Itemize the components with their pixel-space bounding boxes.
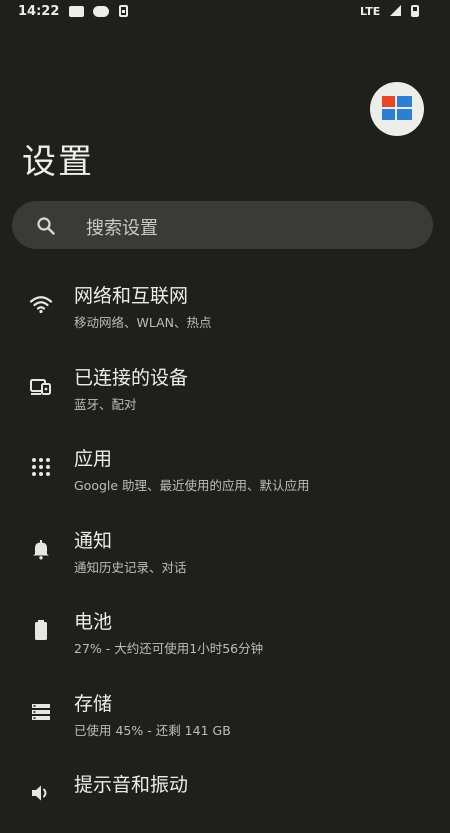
setting-apps[interactable]: 应用 Google 助理、最近使用的应用、默认应用: [0, 425, 450, 507]
setting-title: 提示音和振动: [74, 774, 189, 796]
account-avatar[interactable]: [370, 82, 424, 136]
setting-title: 应用: [74, 448, 113, 470]
setting-subtitle: 通知历史记录、对话: [74, 559, 187, 575]
setting-title: 存储: [74, 692, 113, 715]
cloud-icon: [93, 6, 109, 17]
page-title: 设置: [22, 142, 94, 182]
network-type: LTE: [360, 5, 381, 18]
storage-icon: [32, 703, 50, 720]
sim-icon: [119, 5, 128, 17]
wifi-icon: [29, 296, 53, 314]
setting-notifications[interactable]: 通知 通知历史记录、对话: [0, 507, 450, 589]
sound-icon: [32, 785, 47, 801]
setting-title: 已连接的设备: [74, 366, 189, 389]
settings-list: 网络和互联网 移动网络、WLAN、热点 已连接的设备 蓝牙、配对 应用 Goog…: [0, 262, 450, 833]
search-icon: [37, 217, 55, 235]
setting-subtitle: 蓝牙、配对: [74, 396, 137, 412]
battery-status-icon: [411, 5, 419, 17]
bell-icon: [33, 539, 49, 559]
setting-title: 电池: [74, 611, 113, 633]
status-bar: 14:22 LTE: [0, 0, 450, 26]
signal-icon: [390, 5, 401, 16]
setting-sound[interactable]: 提示音和振动: [0, 751, 450, 833]
search-placeholder: 搜索设置: [86, 218, 158, 239]
setting-title: 网络和互联网: [74, 285, 189, 307]
connected-devices-icon: [30, 378, 51, 395]
search-input[interactable]: 搜索设置: [12, 201, 433, 249]
setting-subtitle: Google 助理、最近使用的应用、默认应用: [74, 478, 310, 493]
setting-network[interactable]: 网络和互联网 移动网络、WLAN、热点: [0, 262, 450, 344]
mail-icon: [69, 6, 84, 17]
setting-connected-devices[interactable]: 已连接的设备 蓝牙、配对: [0, 344, 450, 426]
apps-grid-icon: [32, 458, 50, 476]
status-time: 14:22: [18, 4, 60, 19]
setting-battery[interactable]: 电池 27% - 大约还可使用1小时56分钟: [0, 588, 450, 670]
setting-subtitle: 移动网络、WLAN、热点: [74, 315, 212, 330]
setting-storage[interactable]: 存储 已使用 45% - 还剩 141 GB: [0, 670, 450, 752]
setting-title: 通知: [74, 529, 113, 552]
setting-subtitle: 27% - 大约还可使用1小时56分钟: [74, 641, 264, 656]
windows-logo-icon: [382, 96, 412, 120]
setting-subtitle: 已使用 45% - 还剩 141 GB: [74, 722, 231, 738]
battery-icon: [35, 620, 47, 640]
